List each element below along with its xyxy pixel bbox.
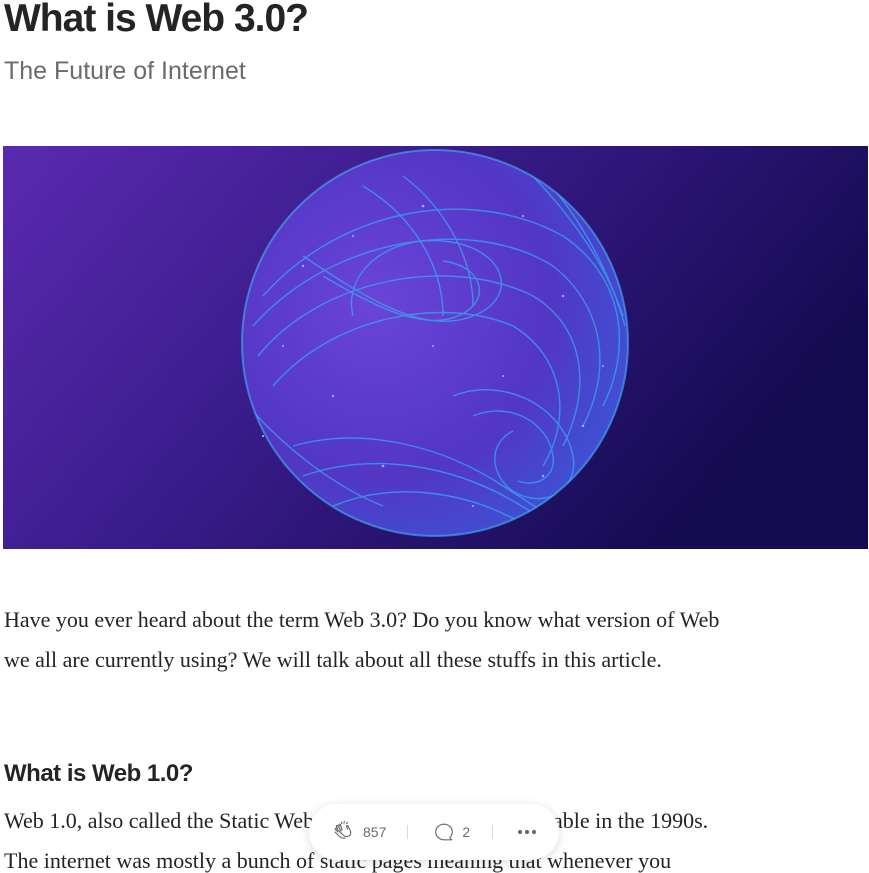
hero-image (3, 146, 868, 549)
intro-line: we all are currently using? We will talk… (4, 647, 662, 672)
article-subtitle: The Future of Internet (4, 57, 246, 85)
divider (492, 825, 494, 839)
article-page: What is Web 3.0? The Future of Internet (0, 0, 869, 873)
more-button[interactable] (517, 829, 537, 835)
globe-illustration (3, 146, 868, 549)
responses-button[interactable]: 2 (433, 821, 470, 843)
comment-icon (435, 823, 454, 841)
clap-button[interactable]: 857 (331, 820, 386, 844)
intro-paragraph: Have you ever heard about the term Web 3… (4, 600, 719, 680)
more-icon (518, 829, 537, 835)
floating-action-bar: 857 2 (309, 804, 559, 860)
clap-icon (334, 820, 352, 839)
section-heading: What is Web 1.0? (4, 760, 193, 787)
divider (407, 825, 409, 839)
intro-line: Have you ever heard about the term Web 3… (4, 607, 720, 632)
response-count: 2 (462, 824, 471, 840)
article-title: What is Web 3.0? (4, 0, 309, 40)
clap-count: 857 (363, 824, 387, 840)
